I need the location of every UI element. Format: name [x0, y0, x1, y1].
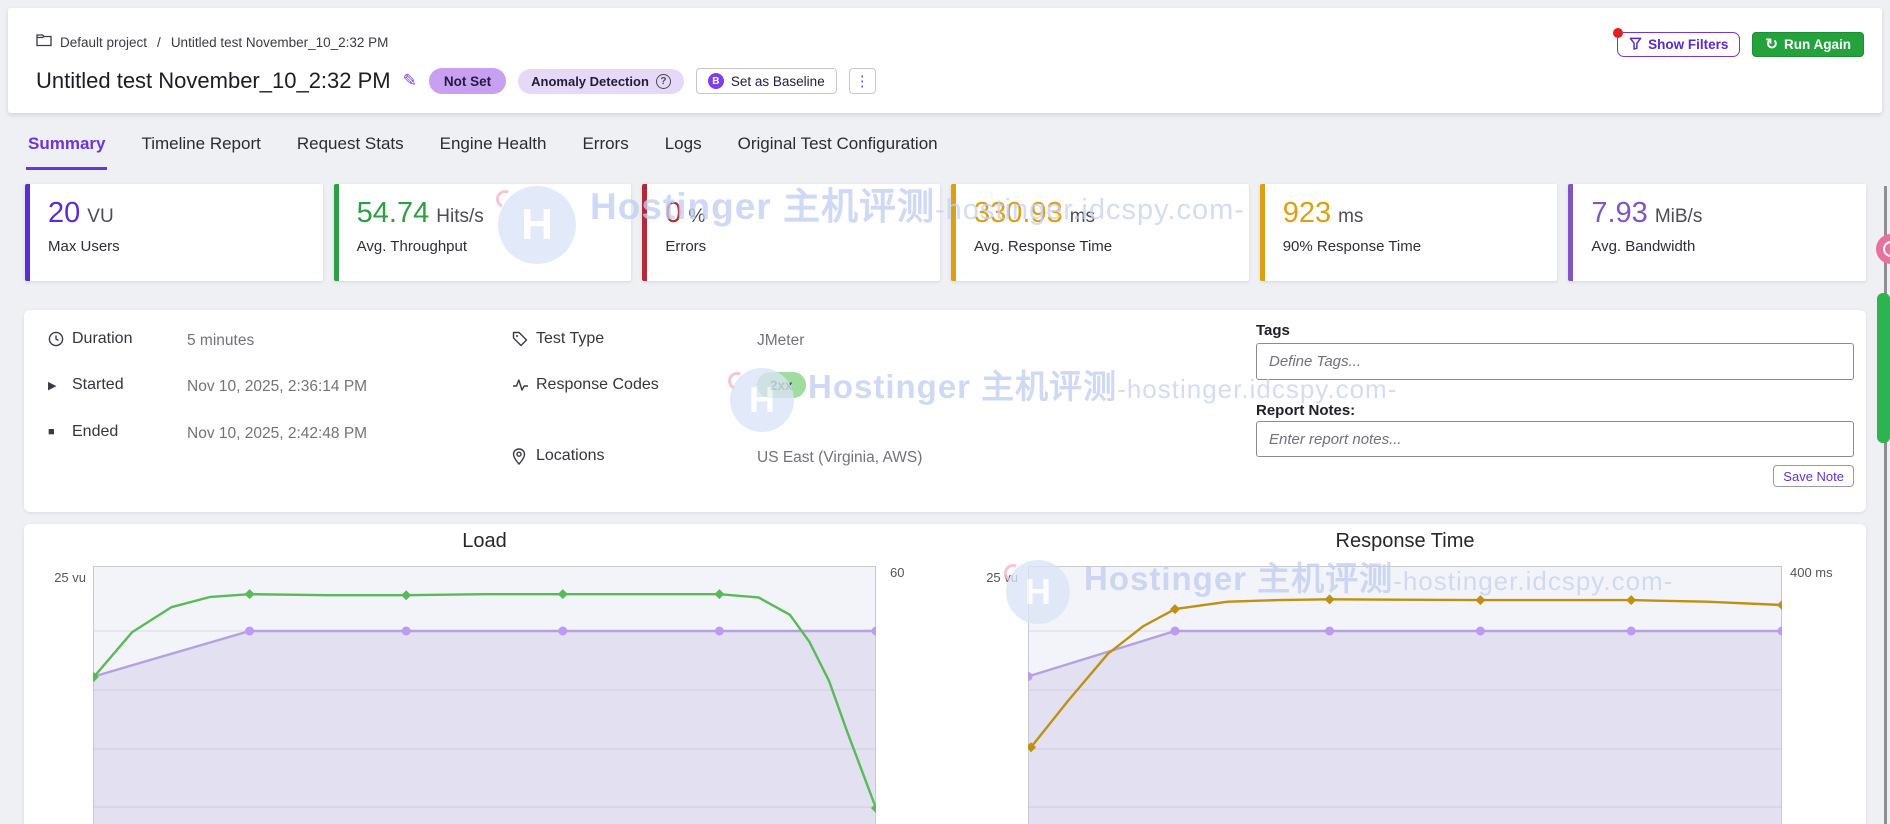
- tab-original-test-configuration[interactable]: Original Test Configuration: [736, 130, 940, 170]
- header-actions: Show Filters ↻ Run Again: [1617, 32, 1864, 57]
- tab-engine-health[interactable]: Engine Health: [438, 130, 549, 170]
- scrollbar-track[interactable]: [1884, 186, 1887, 824]
- load-left-axis-label: 25 vu: [38, 570, 86, 585]
- location-pin-icon: [512, 448, 536, 465]
- anomaly-detection-badge[interactable]: Anomaly Detection ?: [518, 69, 684, 94]
- stop-icon: ■: [48, 426, 72, 438]
- page-title: Untitled test November_10_2:32 PM: [36, 68, 391, 94]
- response-time-chart[interactable]: [1028, 566, 1782, 824]
- report-notes-label: Report Notes:: [1256, 402, 1355, 419]
- card-avg-throughput: 54.74Hits/s Avg. Throughput: [334, 184, 632, 281]
- card-90-response-time: 923ms 90% Response Time: [1260, 184, 1558, 281]
- tags-input[interactable]: [1256, 343, 1854, 380]
- run-again-icon: ↻: [1765, 37, 1778, 52]
- tags-label: Tags: [1256, 322, 1290, 339]
- breadcrumb-separator: /: [155, 35, 163, 50]
- run-again-button[interactable]: ↻ Run Again: [1752, 32, 1864, 57]
- test-type-row: Test Type: [512, 330, 604, 348]
- card-max-users: 20VU Max Users: [25, 184, 323, 281]
- tab-summary[interactable]: Summary: [26, 130, 107, 170]
- help-icon[interactable]: ?: [656, 74, 671, 89]
- pulse-icon: [512, 378, 536, 392]
- edit-title-icon[interactable]: ✎: [403, 71, 417, 91]
- started-value: Nov 10, 2025, 2:36:14 PM: [187, 378, 367, 396]
- tab-bar: Summary Timeline Report Request Stats En…: [26, 130, 940, 170]
- locations-row: Locations: [512, 447, 605, 465]
- load-chart[interactable]: [93, 566, 876, 824]
- tab-logs[interactable]: Logs: [663, 130, 704, 170]
- response-time-chart-title: Response Time: [1028, 530, 1782, 553]
- report-page: Default project / Untitled test November…: [0, 0, 1890, 824]
- folder-icon: [36, 34, 52, 50]
- title-row: Untitled test November_10_2:32 PM ✎ Not …: [36, 68, 876, 94]
- ended-row: ■ Ended: [48, 423, 118, 441]
- metric-cards: 20VU Max Users 54.74Hits/s Avg. Throughp…: [25, 184, 1866, 281]
- scrollbar-thumb[interactable]: [1877, 293, 1890, 443]
- report-notes-input[interactable]: [1256, 421, 1854, 457]
- test-type-value: JMeter: [757, 332, 804, 350]
- tab-request-stats[interactable]: Request Stats: [295, 130, 406, 170]
- load-right-axis-label: 60: [890, 565, 904, 580]
- breadcrumb-project[interactable]: Default project: [60, 35, 147, 50]
- play-icon: ▶: [48, 379, 72, 392]
- card-avg-response-time: 330.93ms Avg. Response Time: [951, 184, 1249, 281]
- test-details-panel: Duration 5 minutes ▶ Started Nov 10, 202…: [24, 310, 1866, 512]
- charts-panel: Load 25 vu 60 Response Time 25 vu 400 ms: [24, 524, 1866, 824]
- floating-widget-button[interactable]: [1876, 234, 1890, 264]
- notification-dot: [1613, 28, 1623, 38]
- filter-icon: [1629, 37, 1642, 53]
- started-row: ▶ Started: [48, 376, 124, 394]
- tag-icon: [512, 331, 536, 347]
- card-errors: 0% Errors: [642, 184, 940, 281]
- duration-value: 5 minutes: [187, 332, 254, 350]
- response-left-axis-label: 25 vu: [962, 570, 1018, 585]
- locations-value: US East (Virginia, AWS): [757, 449, 922, 467]
- clock-icon: [48, 331, 72, 347]
- breadcrumb: Default project / Untitled test November…: [36, 34, 388, 50]
- more-options-button[interactable]: ⋮: [849, 68, 876, 94]
- response-codes-row: Response Codes: [512, 376, 659, 394]
- status-badge[interactable]: Not Set: [429, 68, 506, 94]
- save-note-button[interactable]: Save Note: [1773, 465, 1854, 487]
- set-as-baseline-button[interactable]: B Set as Baseline: [696, 68, 837, 94]
- show-filters-button[interactable]: Show Filters: [1617, 32, 1740, 57]
- load-chart-title: Load: [93, 530, 876, 553]
- tab-errors[interactable]: Errors: [580, 130, 630, 170]
- response-code-2xx-badge[interactable]: 2xx: [757, 372, 806, 398]
- duration-row: Duration: [48, 330, 132, 348]
- baseline-icon: B: [708, 73, 724, 89]
- tab-timeline-report[interactable]: Timeline Report: [139, 130, 262, 170]
- ended-value: Nov 10, 2025, 2:42:48 PM: [187, 425, 367, 443]
- response-right-axis-label: 400 ms: [1790, 565, 1833, 580]
- card-avg-bandwidth: 7.93MiB/s Avg. Bandwidth: [1568, 184, 1866, 281]
- breadcrumb-test: Untitled test November_10_2:32 PM: [171, 35, 389, 50]
- header: Default project / Untitled test November…: [8, 8, 1882, 113]
